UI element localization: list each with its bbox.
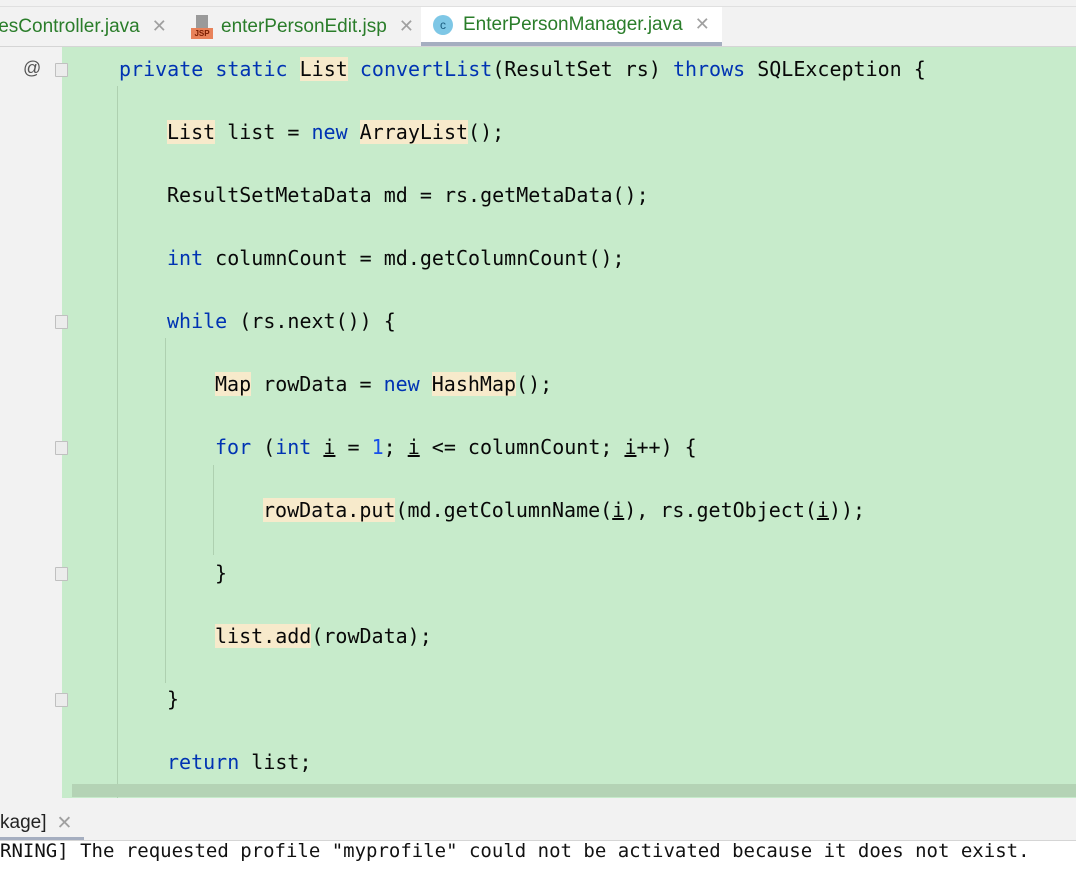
keyword: for — [215, 435, 252, 459]
keyword: static — [215, 57, 288, 81]
indent-guide — [117, 86, 118, 798]
tab-label: enterPersonEdit.jsp — [221, 15, 387, 37]
code-token: rowData = — [251, 372, 384, 396]
code-line: while (rs.next()) { — [167, 306, 396, 336]
panel-tab-label: kage] — [0, 812, 47, 833]
code-token: (rs.next()) { — [227, 309, 396, 333]
code-token: i — [816, 498, 829, 522]
keyword: int — [167, 246, 204, 270]
code-line: List list = new ArrayList(); — [167, 117, 504, 147]
highlighted-token: Map — [215, 372, 252, 396]
code-token: = — [335, 435, 372, 459]
code-token: (md.getColumnName( — [395, 498, 613, 522]
keyword: convertList — [359, 57, 493, 81]
tab-enter-person-manager[interactable]: c EnterPersonManager.java ✕ — [421, 7, 722, 46]
highlighted-token: ArrayList — [359, 120, 469, 144]
code-token: i — [407, 435, 420, 459]
editor-tab-bar: lesController.java ✕ JSP enterPersonEdit… — [0, 7, 1076, 47]
keyword: while — [167, 309, 228, 333]
code-token: 1 — [371, 435, 384, 459]
close-icon[interactable]: ✕ — [399, 16, 414, 37]
fold-icon[interactable] — [55, 441, 68, 455]
code-line: list.add(rowData); — [215, 621, 432, 651]
console-line: RNING] The requested profile "myprofile"… — [0, 840, 1030, 862]
java-class-icon: c — [433, 14, 453, 35]
code-line: Map rowData = new HashMap(); — [215, 369, 552, 399]
code-token: ( — [251, 435, 276, 459]
override-marker-icon[interactable]: @ — [23, 58, 41, 79]
highlighted-token: HashMap — [431, 372, 517, 396]
code-line: } — [215, 558, 227, 588]
fold-icon[interactable] — [55, 63, 68, 77]
horizontal-scrollbar[interactable] — [72, 784, 1076, 797]
code-line: int columnCount = md.getColumnCount(); — [167, 243, 625, 273]
fold-icon[interactable] — [55, 315, 68, 329]
close-icon[interactable]: ✕ — [152, 16, 167, 37]
code-token: (); — [516, 372, 553, 396]
console-output[interactable]: RNING] The requested profile "myprofile"… — [0, 840, 1076, 870]
code-token: (rowData); — [311, 624, 432, 648]
fold-icon[interactable] — [55, 567, 68, 581]
code-line: private static List convertList(ResultSe… — [119, 54, 926, 84]
code-line: ResultSetMetaData md = rs.getMetaData(); — [167, 180, 649, 210]
code-token: list; — [239, 750, 312, 774]
code-token: (); — [468, 120, 505, 144]
keyword: new — [383, 372, 420, 396]
code-token: ResultSetMetaData md = rs.getMetaData(); — [167, 183, 649, 207]
indent-guide — [165, 338, 166, 683]
code-line: rowData.put(md.getColumnName(i), rs.getO… — [263, 495, 865, 525]
code-token: ++) { — [636, 435, 697, 459]
code-line: for (int i = 1; i <= columnCount; i++) { — [215, 432, 697, 462]
code-token: } — [215, 561, 228, 585]
highlighted-token: List — [299, 57, 348, 81]
code-token: } — [167, 687, 180, 711]
code-token: i — [323, 435, 336, 459]
keyword: return — [167, 750, 240, 774]
code-token: (ResultSet rs) — [492, 57, 673, 81]
indent-guide — [213, 465, 214, 555]
code-line: return list; — [167, 747, 312, 777]
tab-label: lesController.java — [0, 15, 140, 37]
code-token: SQLException { — [745, 57, 926, 81]
code-token: )); — [828, 498, 866, 522]
code-editor[interactable] — [62, 47, 1076, 798]
code-token: i — [612, 498, 625, 522]
tab-label: EnterPersonManager.java — [463, 13, 683, 35]
highlighted-token: rowData.put — [263, 498, 396, 522]
fold-icon[interactable] — [55, 693, 68, 707]
tab-controller[interactable]: lesController.java ✕ — [0, 7, 167, 46]
keyword: private — [119, 57, 204, 81]
keyword: int — [275, 435, 312, 459]
top-strip — [0, 0, 1076, 7]
code-token: <= columnCount; — [419, 435, 625, 459]
close-icon[interactable]: ✕ — [56, 812, 72, 835]
tab-enter-person-edit[interactable]: JSP enterPersonEdit.jsp ✕ — [191, 7, 414, 46]
code-token: ), rs.getObject( — [624, 498, 817, 522]
code-line: } — [167, 684, 179, 714]
code-token: ; — [383, 435, 408, 459]
highlighted-token: list.add — [215, 624, 312, 648]
keyword: new — [311, 120, 348, 144]
code-token: list = — [215, 120, 312, 144]
editor-gutter — [0, 47, 62, 798]
code-token: columnCount = md.getColumnCount(); — [203, 246, 625, 270]
code-token: i — [624, 435, 637, 459]
jsp-file-icon: JSP — [191, 14, 213, 39]
close-icon[interactable]: ✕ — [695, 14, 710, 35]
run-panel-tab[interactable]: kage] ✕ — [0, 809, 72, 837]
keyword: throws — [672, 57, 746, 81]
highlighted-token: List — [167, 120, 216, 144]
